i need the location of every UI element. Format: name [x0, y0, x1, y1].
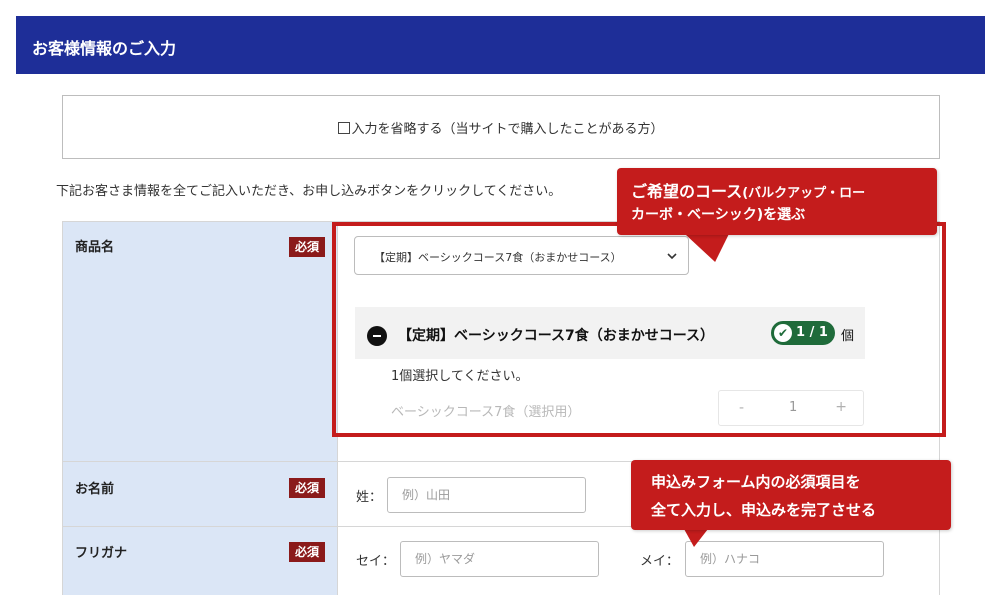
- count-unit: 個: [841, 329, 855, 344]
- first-name-kana-prefix: メイ：: [640, 554, 680, 569]
- skip-option[interactable]: 入力を省略する（当サイトで購入したことがある方）: [63, 118, 939, 137]
- check-icon: ✔: [774, 324, 792, 342]
- form-callout-line2: 全て入力し、申込みを完了させる: [651, 501, 877, 519]
- required-badge: 必須: [289, 237, 325, 257]
- last-name-input[interactable]: [387, 477, 586, 513]
- course-callout: ご希望のコース(バルクアップ・ロー カーボ・ベーシック)を選ぶ: [617, 168, 937, 235]
- course-callout-line2: カーボ・ベーシック)を選ぶ: [631, 207, 806, 223]
- skip-label: 入力を省略する（当サイトで購入したことがある方）: [351, 122, 664, 137]
- required-badge: 必須: [289, 542, 325, 562]
- required-badge: 必須: [289, 478, 325, 498]
- form-callout: 申込みフォーム内の必須項目を 全て入力し、申込みを完了させる: [631, 460, 951, 530]
- first-name-kana-input[interactable]: [685, 541, 884, 577]
- section-title: お客様情報のご入力: [32, 39, 177, 58]
- chevron-down-icon: [667, 253, 677, 260]
- course-select-value: 【定期】ベーシックコース7食（おまかせコース）: [374, 251, 622, 264]
- section-header: お客様情報のご入力: [16, 16, 985, 74]
- callout-pointer: [684, 529, 708, 547]
- quantity-stepper: - 1 +: [718, 390, 864, 426]
- collapse-minus-icon[interactable]: [367, 326, 387, 346]
- selection-instruction: 1個選択してください。: [391, 369, 529, 384]
- skip-input-box: 入力を省略する（当サイトで購入したことがある方）: [62, 95, 940, 159]
- quantity-value: 1: [789, 400, 798, 415]
- last-name-kana-prefix: セイ：: [356, 554, 396, 569]
- decrement-button[interactable]: -: [739, 400, 744, 416]
- last-name-prefix: 姓：: [356, 490, 383, 505]
- skip-checkbox[interactable]: [338, 122, 351, 134]
- form-callout-line1: 申込みフォーム内の必須項目を: [651, 473, 861, 491]
- furigana-row-label: フリガナ: [75, 546, 128, 561]
- product-row-label: 商品名: [75, 240, 115, 255]
- last-name-kana-input[interactable]: [400, 541, 599, 577]
- option-item-name: ベーシックコース7食（選択用）: [391, 405, 581, 420]
- selected-product-header: 【定期】ベーシックコース7食（おまかせコース） ✔ 1 / 1 個: [355, 307, 865, 359]
- course-callout-line1: ご希望のコース(バルクアップ・ロー: [631, 182, 866, 201]
- increment-button[interactable]: +: [835, 399, 847, 415]
- course-select[interactable]: 【定期】ベーシックコース7食（おまかせコース）: [354, 236, 689, 275]
- selection-count: 1 / 1: [796, 325, 828, 340]
- form-intro-text: 下記お客さま情報を全てご記入いただき、お申し込みボタンをクリックしてください。: [56, 184, 562, 199]
- selected-product-title: 【定期】ベーシックコース7食（おまかせコース）: [398, 328, 715, 344]
- selection-count-badge: ✔ 1 / 1: [771, 321, 835, 345]
- name-row-label: お名前: [75, 482, 115, 497]
